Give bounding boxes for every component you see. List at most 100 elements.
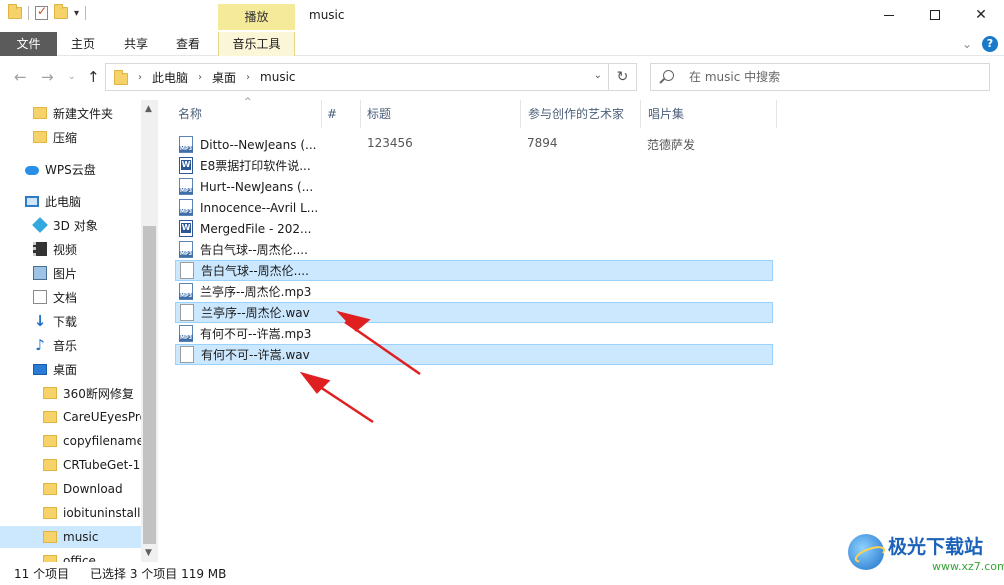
sidebar-item-this-pc[interactable]: 此电脑 <box>0 190 141 212</box>
folder-icon <box>43 483 57 495</box>
address-bar[interactable]: › 此电脑 › 桌面 › music ⌄ ↻ <box>105 63 637 91</box>
sidebar-scrollbar[interactable]: ▲ ▼ <box>141 100 158 562</box>
chevron-right-icon[interactable]: › <box>246 72 250 83</box>
sidebar-item-label: 视频 <box>53 242 78 257</box>
sidebar-item-downloads[interactable]: ↓ 下载 <box>0 310 141 332</box>
folder-icon[interactable] <box>8 4 22 19</box>
sidebar-item-music-folder[interactable]: music <box>0 526 141 548</box>
column-divider[interactable] <box>321 100 322 128</box>
folder-icon <box>43 531 57 543</box>
scroll-down-icon[interactable]: ▼ <box>145 548 152 558</box>
sidebar-item-pictures[interactable]: 图片 <box>0 262 141 284</box>
breadcrumb-music[interactable]: music <box>260 70 295 84</box>
context-tab-header: 播放 <box>218 4 295 30</box>
scrollbar-thumb[interactable] <box>143 226 156 544</box>
sidebar-item-label: 桌面 <box>53 362 78 377</box>
column-divider[interactable] <box>360 100 361 128</box>
sidebar-item-label: 360断网修复 <box>63 386 134 401</box>
close-button[interactable]: ✕ <box>958 0 1004 30</box>
sidebar-item-download[interactable]: Download <box>0 478 141 500</box>
sidebar-item-label: CRTubeGet-1 <box>63 458 141 472</box>
sidebar-item-office[interactable]: office <box>0 550 141 562</box>
sidebar-item-desktop[interactable]: 桌面 <box>0 358 141 380</box>
breadcrumb-desktop[interactable]: 桌面 <box>212 69 236 86</box>
file-name: E8票据打印软件说... <box>200 159 311 173</box>
item-count: 11 个项目 <box>14 567 70 581</box>
minimize-button[interactable] <box>866 0 912 30</box>
sidebar-item-label: 文档 <box>53 290 78 305</box>
column-header-artist[interactable]: 参与创作的艺术家 <box>528 106 624 126</box>
file-row[interactable]: Ditto--NewJeans (... 123456 7894 范德萨发 <box>175 134 773 155</box>
tab-view[interactable]: 查看 <box>167 32 209 56</box>
forward-arrow-icon[interactable]: → <box>41 68 54 86</box>
up-arrow-icon[interactable]: ↑ <box>87 68 100 86</box>
sidebar-item-new-folder[interactable]: 新建文件夹 <box>0 102 141 124</box>
file-row[interactable]: 兰亭序--周杰伦.mp3 <box>175 281 773 302</box>
refresh-icon[interactable]: ↻ <box>608 64 636 90</box>
document-icon <box>33 290 47 304</box>
word-file-icon <box>179 220 193 237</box>
tab-share[interactable]: 共享 <box>115 32 157 56</box>
chevron-down-icon[interactable]: ⌄ <box>594 70 602 81</box>
file-row[interactable]: E8票据打印软件说... <box>175 155 773 176</box>
file-name: 兰亭序--周杰伦.wav <box>201 306 310 320</box>
file-row[interactable]: 告白气球--周杰伦.... <box>175 239 773 260</box>
folder-icon <box>33 107 47 119</box>
file-row[interactable]: MergedFile - 202... <box>175 218 773 239</box>
sidebar-item-3d-objects[interactable]: 3D 对象 <box>0 214 141 236</box>
sidebar-item-label: CareUEyesPro <box>63 410 141 424</box>
selection-info: 已选择 3 个项目 119 MB <box>90 567 227 581</box>
sidebar-item-iobituninstaller[interactable]: iobituninstalle <box>0 502 141 524</box>
column-header-title[interactable]: 标题 <box>367 106 391 126</box>
tab-music-tools[interactable]: 音乐工具 <box>218 32 295 56</box>
sidebar-item-documents[interactable]: 文档 <box>0 286 141 308</box>
maximize-button[interactable] <box>912 0 958 30</box>
file-name: 告白气球--周杰伦.... <box>200 243 308 257</box>
tab-home[interactable]: 主页 <box>62 32 104 56</box>
column-header-number[interactable]: # <box>327 106 337 126</box>
column-header-name[interactable]: 名称 <box>178 106 202 126</box>
chevron-right-icon[interactable]: › <box>198 72 202 83</box>
file-row[interactable]: Innocence--Avril L... <box>175 197 773 218</box>
file-row[interactable]: 告白气球--周杰伦.... <box>175 260 773 281</box>
chevron-right-icon[interactable]: › <box>138 72 142 83</box>
folder-icon <box>43 411 57 423</box>
search-input[interactable] <box>689 68 979 86</box>
sidebar-item-360-repair[interactable]: 360断网修复 <box>0 382 141 404</box>
folder-icon <box>43 435 57 447</box>
file-album: 范德萨发 <box>647 138 696 152</box>
qat-dropdown-icon[interactable]: ▾ <box>74 8 79 19</box>
new-folder-icon[interactable] <box>54 4 68 19</box>
scroll-up-icon[interactable]: ▲ <box>145 104 152 114</box>
column-divider[interactable] <box>520 100 521 128</box>
tab-file[interactable]: 文件 <box>0 32 57 56</box>
file-row[interactable]: 兰亭序--周杰伦.wav <box>175 302 773 323</box>
sidebar-item-crtubeget[interactable]: CRTubeGet-1 <box>0 454 141 476</box>
file-row[interactable]: 有何不可--许嵩.mp3 <box>175 323 773 344</box>
file-row[interactable]: 有何不可--许嵩.wav <box>175 344 773 365</box>
expand-ribbon-icon[interactable]: ⌄ <box>962 37 972 51</box>
help-icon[interactable]: ? <box>982 36 998 52</box>
column-divider[interactable] <box>640 100 641 128</box>
file-row[interactable]: Hurt--NewJeans (... <box>175 176 773 197</box>
column-divider[interactable] <box>776 100 777 128</box>
mp3-file-icon <box>179 283 194 300</box>
sidebar-item-careueyespro[interactable]: CareUEyesPro <box>0 406 141 428</box>
file-list: ^ 名称 # 标题 参与创作的艺术家 唱片集 Ditto--NewJeans (… <box>160 97 1004 562</box>
sidebar-item-compress[interactable]: 压缩 <box>0 126 141 148</box>
column-header-album[interactable]: 唱片集 <box>648 106 684 126</box>
sidebar-item-label: 3D 对象 <box>53 218 98 233</box>
watermark-text: 极光下载站 <box>888 536 984 558</box>
sidebar-item-copyfilename[interactable]: copyfilename <box>0 430 141 452</box>
picture-icon <box>33 266 47 280</box>
sidebar-item-videos[interactable]: 视频 <box>0 238 141 260</box>
sidebar-item-label: 新建文件夹 <box>53 106 114 121</box>
file-name: 告白气球--周杰伦.... <box>201 264 309 278</box>
breadcrumb-this-pc[interactable]: 此电脑 <box>152 69 188 86</box>
file-name: MergedFile - 202... <box>200 221 312 236</box>
back-arrow-icon[interactable]: ← <box>14 68 27 86</box>
properties-icon[interactable] <box>35 4 48 20</box>
sidebar-item-wps-cloud[interactable]: WPS云盘 <box>0 158 141 180</box>
recent-locations-icon[interactable]: ⌄ <box>68 72 76 82</box>
sidebar-item-music[interactable]: ♪ 音乐 <box>0 334 141 356</box>
